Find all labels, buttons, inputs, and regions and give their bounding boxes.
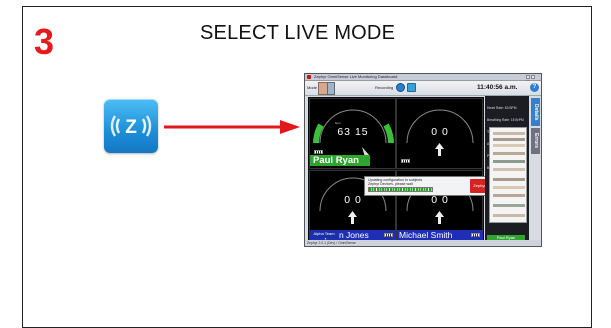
subject-name: Michael Smith [399, 230, 453, 240]
battery-icon [401, 159, 410, 163]
app-screenshot: Zephyr OmniSense Live Monitoring Dashboa… [304, 73, 542, 247]
tab-details[interactable]: Details [531, 98, 540, 126]
app-logo-icon [307, 75, 311, 79]
live-mode-button[interactable] [407, 83, 416, 92]
battery-icon [471, 233, 480, 237]
recording-label: Recording [375, 85, 394, 90]
gauge-unit: bpm [335, 121, 341, 125]
window-controls [525, 75, 539, 84]
detail-strip [493, 168, 525, 171]
detail-line: Heart Rate: 63 BPM [487, 106, 517, 110]
slide-title: SELECT LIVE MODE [200, 22, 396, 44]
gauge-readout: 63 15 [323, 126, 383, 138]
live-mode-icon-glyph: Z [125, 117, 137, 138]
arrow-right-icon [164, 120, 300, 134]
breathing-rate-value: 0 [354, 194, 362, 206]
detail-strip [493, 204, 525, 207]
record-button[interactable] [396, 83, 405, 92]
window-title: Zephyr OmniSense Live Monitoring Dashboa… [314, 74, 398, 79]
heart-rate-value: 0 [431, 126, 439, 138]
breathing-rate-value: 15 [354, 126, 369, 138]
gauge-readout: 0 0 [410, 126, 470, 138]
detail-strip [493, 138, 525, 141]
updating-dialog: Updating configuration to subjects Zephy… [364, 176, 492, 196]
subject-name-bar[interactable]: Paul Ryan [310, 155, 370, 166]
live-mode-icon[interactable]: Z [104, 99, 158, 153]
battery-icon [314, 150, 323, 154]
breathing-rate-value: 0 [441, 126, 449, 138]
minimize-icon[interactable] [526, 75, 530, 79]
detail-strip [493, 144, 525, 147]
dialog-message: Updating configuration to subjects Zephy… [368, 178, 422, 186]
detail-strip [493, 186, 525, 189]
toolbar: Mode Recording 11:40:56 a.m. ? [305, 81, 541, 96]
heart-rate-value: 63 [337, 126, 352, 138]
clock: 11:40:56 a.m. [477, 84, 518, 91]
team-tab[interactable]: Alpha Team [309, 230, 339, 238]
dialog-progress-bar [368, 187, 433, 192]
mode-menu[interactable]: Mode [307, 85, 317, 90]
gauge-grid: 63 15 bpm Paul Ryan 0 0 0 0 Stephen Jone… [308, 97, 492, 242]
status-bar: Zephyr 2.0.1 (Dev) / OmniSense [305, 240, 541, 246]
detail-strip [493, 214, 525, 217]
heart-rate-value: 0 [344, 194, 352, 206]
detail-strip [493, 160, 525, 163]
window-titlebar: Zephyr OmniSense Live Monitoring Dashboa… [305, 74, 541, 84]
help-icon[interactable]: ? [530, 83, 539, 92]
step-number: 3 [34, 21, 55, 62]
tab-errors[interactable]: Errors [531, 128, 540, 154]
detail-strip [493, 132, 525, 135]
details-chart-box [489, 127, 527, 223]
detail-strip [493, 152, 525, 155]
maximize-icon[interactable] [531, 75, 535, 79]
dialog-message-line2: Zephyr Devices, please wait [368, 182, 413, 186]
gauge-panel[interactable]: 63 15 bpm Paul Ryan [309, 98, 396, 169]
toolbar-thumbnail-secondary[interactable] [327, 82, 335, 95]
gauge-panel[interactable]: 0 0 [396, 98, 483, 169]
detail-strip [493, 194, 525, 197]
details-panel: Heart Rate: 63 BPM Breathing Rate: 15 Br… [485, 96, 529, 242]
detail-line: Breathing Rate: 15 BrPM [487, 118, 524, 122]
battery-icon [384, 233, 393, 237]
detail-strip [493, 178, 525, 181]
